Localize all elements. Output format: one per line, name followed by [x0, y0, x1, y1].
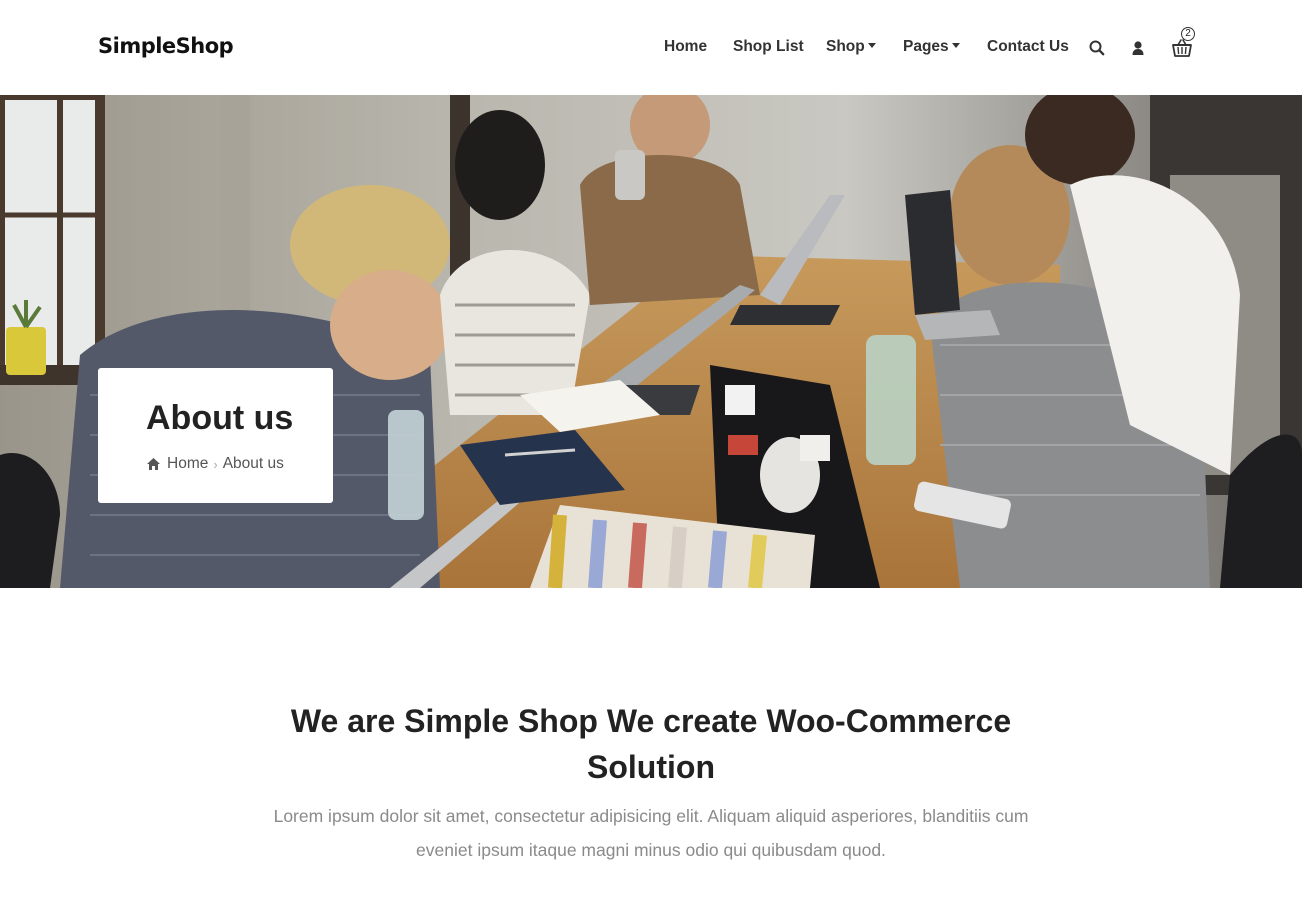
chevron-down-icon: [951, 42, 960, 48]
site-header: SimpleShop Home Shop List Shop Pages Con…: [0, 0, 1302, 95]
nav-pages[interactable]: Pages: [903, 38, 960, 56]
intro-headline: We are Simple Shop We create Woo-Commerc…: [290, 703, 1012, 785]
page-title-card: About us Home › About us: [98, 368, 333, 503]
breadcrumb-home-link[interactable]: Home: [167, 455, 208, 473]
chevron-down-icon: [867, 42, 876, 48]
nav-shop-list[interactable]: Shop List: [733, 38, 804, 56]
page-title: About us: [146, 399, 294, 437]
intro-text: Lorem ipsum dolor sit amet, consectetur …: [273, 806, 1029, 860]
nav-contact-us[interactable]: Contact Us: [987, 38, 1069, 56]
cart-icon[interactable]: [1172, 38, 1192, 58]
nav-home[interactable]: Home: [664, 38, 707, 56]
breadcrumb: Home › About us: [146, 455, 284, 473]
chevron-right-icon: ›: [213, 456, 218, 472]
nav-pages-label: Pages: [903, 38, 949, 55]
hero-image: [0, 95, 1302, 588]
hero-banner: About us Home › About us: [0, 95, 1302, 588]
breadcrumb-current: About us: [222, 455, 284, 472]
user-icon[interactable]: [1131, 38, 1151, 58]
cart-count-badge: 2: [1181, 27, 1195, 41]
home-icon[interactable]: [146, 457, 161, 471]
logo[interactable]: SimpleShop: [98, 34, 234, 58]
nav-shop-label: Shop: [826, 38, 865, 55]
nav-shop[interactable]: Shop: [826, 38, 876, 56]
search-icon[interactable]: [1088, 38, 1108, 58]
